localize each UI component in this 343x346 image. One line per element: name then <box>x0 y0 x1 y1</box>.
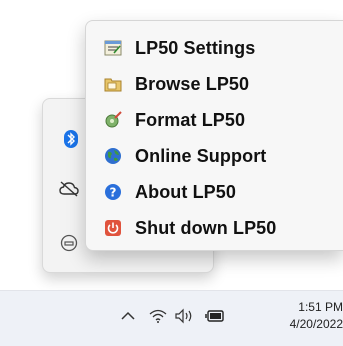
format-icon <box>104 111 122 129</box>
menu-item-label: Online Support <box>135 146 267 166</box>
menu-item-label: Browse LP50 <box>135 74 250 94</box>
menu-item-lp50-settings[interactable]: LP50 Settings <box>86 30 343 66</box>
system-clock[interactable]: 1:51 PM 4/20/2022 <box>262 299 343 333</box>
power-icon <box>104 219 122 237</box>
svg-text:?: ? <box>110 186 117 200</box>
menu-item-shut-down-lp50[interactable]: Shut down LP50 <box>86 210 343 246</box>
volume-icon[interactable] <box>174 307 194 325</box>
chevron-up-icon[interactable] <box>118 307 138 325</box>
menu-item-label: Shut down LP50 <box>135 218 277 238</box>
taskbar: 1:51 PM 4/20/2022 <box>0 290 343 346</box>
help-icon: ? <box>104 183 122 201</box>
menu-item-browse-lp50[interactable]: Browse LP50 <box>86 66 343 102</box>
menu-item-about-lp50[interactable]: ? About LP50 <box>86 174 343 210</box>
menu-item-label: Format LP50 <box>135 110 246 130</box>
clock-date: 4/20/2022 <box>289 317 343 331</box>
globe-icon <box>104 147 122 165</box>
usb-drive-icon[interactable] <box>59 233 79 253</box>
cloud-offline-icon[interactable] <box>59 179 79 199</box>
battery-icon[interactable] <box>205 307 225 325</box>
menu-item-format-lp50[interactable]: Format LP50 <box>86 102 343 138</box>
wifi-icon[interactable] <box>148 307 168 325</box>
clock-time: 1:51 PM <box>298 300 343 314</box>
settings-icon <box>104 39 122 57</box>
menu-item-online-support[interactable]: Online Support <box>86 138 343 174</box>
menu-item-label: About LP50 <box>135 182 237 202</box>
menu-item-label: LP50 Settings <box>135 38 256 58</box>
bluetooth-icon[interactable] <box>61 129 81 149</box>
folder-icon <box>104 75 122 93</box>
lp50-context-menu: LP50 Settings Browse LP50 Format LP50 On… <box>85 20 343 251</box>
